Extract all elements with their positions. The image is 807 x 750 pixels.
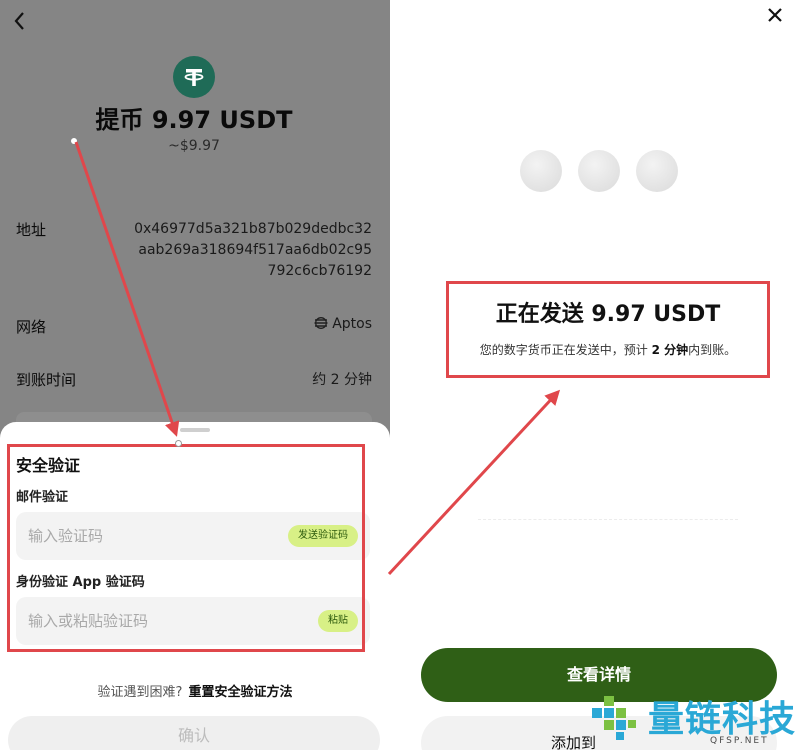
chevron-left-icon [14,12,24,30]
watermark-subtext: QFSP.NET [710,736,769,746]
loading-dot [636,150,678,192]
network-label: 网络 [16,318,47,336]
annotation-dot [175,440,182,447]
address-value: 0x46977d5a321b87b029dedbc32 aab269a31869… [112,219,372,282]
close-button[interactable] [762,4,788,30]
loading-dot [520,150,562,192]
confirm-button[interactable]: 确认 [8,716,380,750]
watermark-logo-icon [592,696,636,740]
drag-handle[interactable] [180,428,210,432]
verification-help: 验证遇到困难? 重置安全验证方法 [0,681,390,700]
arrival-time-value: 约 2 分钟 [312,372,372,388]
withdraw-screen: 提币 9.97 USDT ~$9.97 地址 0x46977d5a321b87b… [0,0,390,750]
tether-icon [173,56,215,98]
watermark-text: 量链科技 [648,699,797,740]
aptos-icon [314,317,328,329]
watermark: 量链科技 QFSP.NET [586,688,807,750]
trouble-text: 验证遇到困难? [97,685,183,700]
network-value: Aptos [314,316,372,332]
divider [478,519,738,520]
reset-security-link[interactable]: 重置安全验证方法 [188,685,292,700]
address-label: 地址 [16,221,47,239]
arrival-time-label: 到账时间 [16,371,77,389]
address-line: aab269a318694f517aa6db02c95 [138,242,372,258]
network-name: Aptos [332,316,372,332]
address-line: 792c6cb76192 [267,263,372,279]
address-line: 0x46977d5a321b87b029dedbc32 [134,221,372,237]
close-icon [768,8,782,22]
withdraw-usd-value: ~$9.97 [168,138,220,154]
highlight-box [7,444,365,652]
withdraw-title: 提币 9.97 USDT [95,106,293,134]
back-button[interactable] [12,10,36,36]
highlight-box [446,281,770,378]
loading-dot [578,150,620,192]
annotation-dot [71,138,77,144]
